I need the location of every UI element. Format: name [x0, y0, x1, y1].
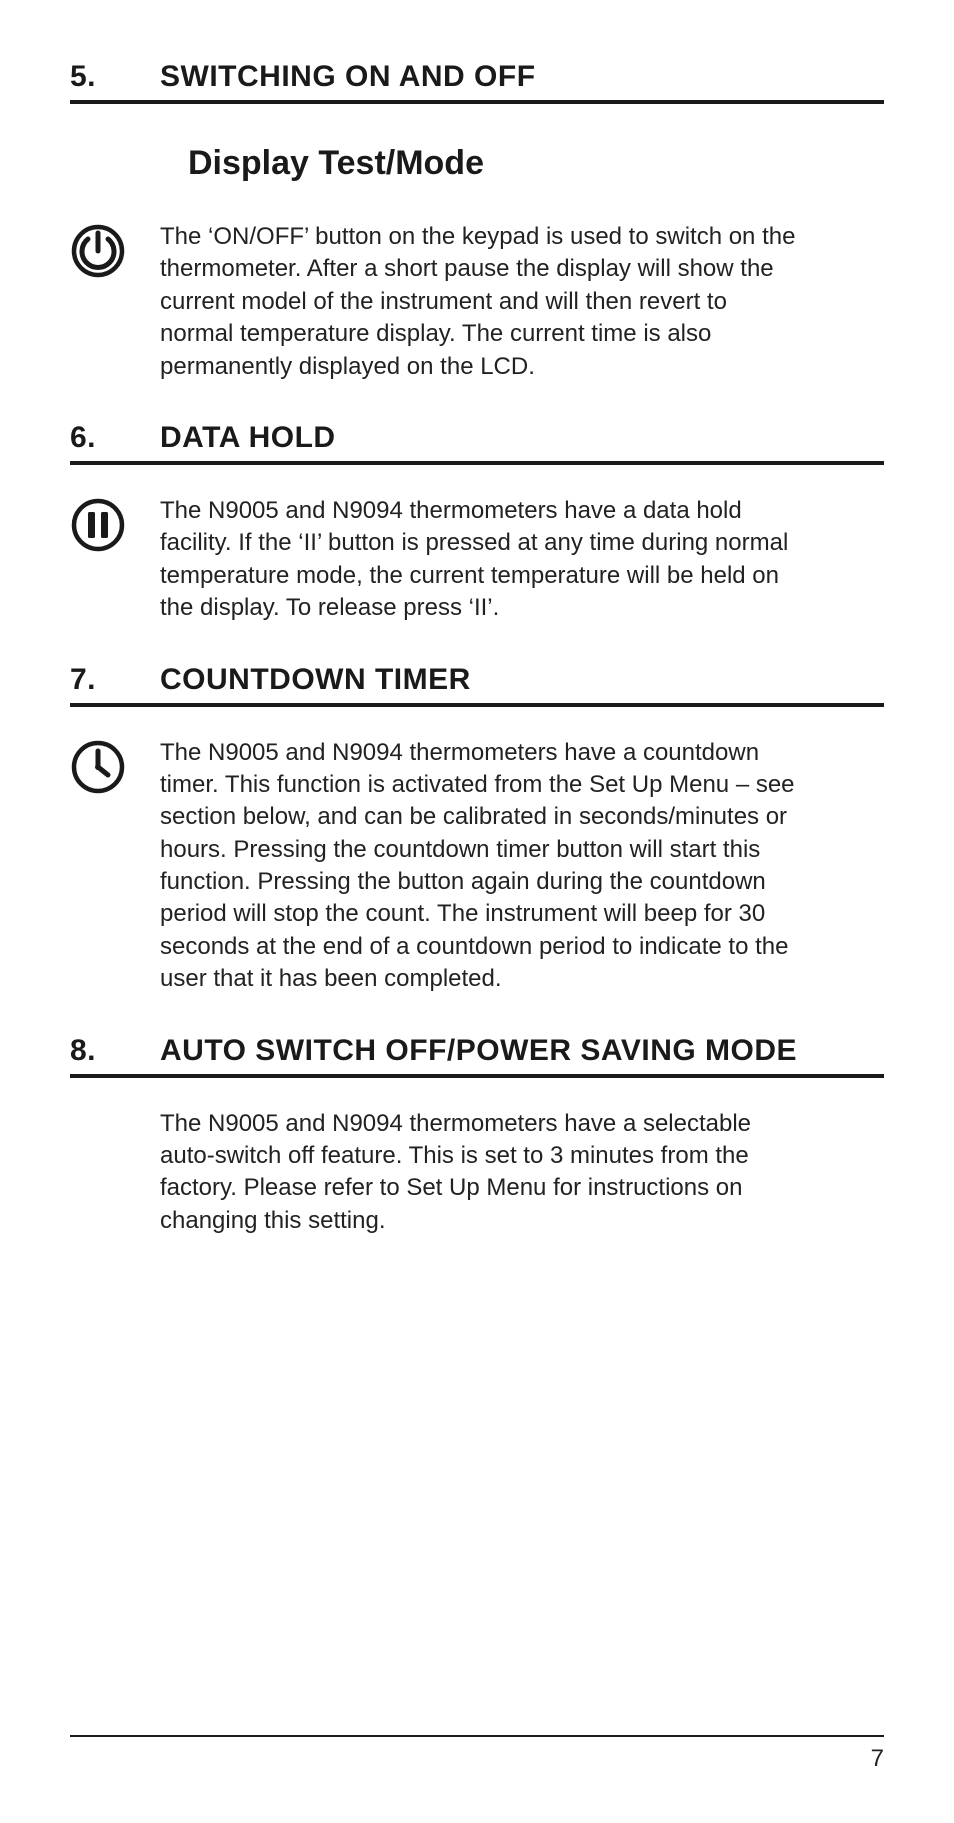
section-7-header: 7. COUNTDOWN TIMER: [70, 663, 884, 707]
section-8-header: 8. AUTO SWITCH OFF/POWER SAVING MODE: [70, 1034, 884, 1078]
section-6-title: DATA HOLD: [160, 421, 336, 455]
pause-icon: [70, 495, 160, 625]
section-7-number: 7.: [70, 663, 160, 697]
power-icon: [70, 221, 160, 383]
section-6-body: The N9005 and N9094 thermometers have a …: [160, 495, 800, 625]
section-7-title: COUNTDOWN TIMER: [160, 663, 471, 697]
section-5-number: 5.: [70, 60, 160, 94]
section-5-title: SWITCHING ON AND OFF: [160, 60, 536, 94]
section-7-body-block: The N9005 and N9094 thermometers have a …: [70, 737, 884, 996]
section-5-body: The ‘ON/OFF’ button on the keypad is use…: [160, 221, 800, 383]
section-6-number: 6.: [70, 421, 160, 455]
section-6-header: 6. DATA HOLD: [70, 421, 884, 465]
clock-icon: [70, 737, 160, 996]
section-7-body: The N9005 and N9094 thermometers have a …: [160, 737, 800, 996]
page-number: 7: [871, 1745, 884, 1773]
section-5-body-block: The ‘ON/OFF’ button on the keypad is use…: [70, 221, 884, 383]
section-5-subheading: Display Test/Mode: [188, 144, 884, 183]
section-8-title: AUTO SWITCH OFF/POWER SAVING MODE: [160, 1034, 797, 1068]
section-8-body-block: The N9005 and N9094 thermometers have a …: [70, 1108, 884, 1238]
manual-page: 5. SWITCHING ON AND OFF Display Test/Mod…: [0, 0, 954, 1823]
section-8-body: The N9005 and N9094 thermometers have a …: [160, 1108, 800, 1238]
footer-rule: [70, 1735, 884, 1737]
section-5-header: 5. SWITCHING ON AND OFF: [70, 60, 884, 104]
section-8-number: 8.: [70, 1034, 160, 1068]
section-6-body-block: The N9005 and N9094 thermometers have a …: [70, 495, 884, 625]
